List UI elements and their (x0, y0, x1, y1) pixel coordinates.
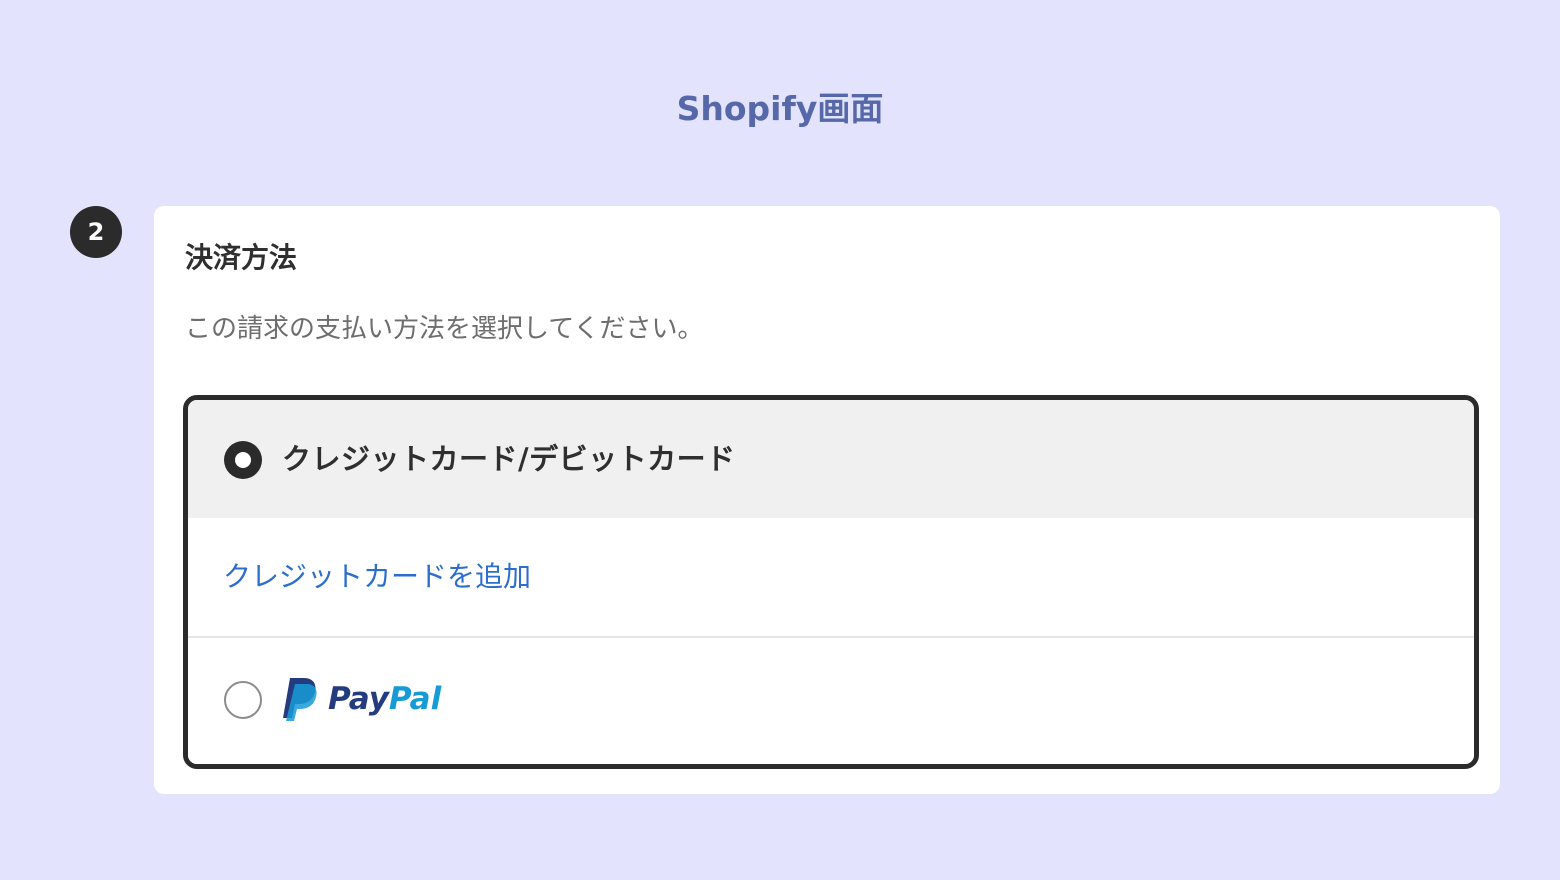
option-paypal[interactable]: PayPal (188, 638, 1474, 764)
add-credit-card-row: クレジットカードを追加 (188, 518, 1474, 638)
paypal-wordmark: PayPal (328, 678, 441, 720)
option-credit-card[interactable]: クレジットカード/デビットカード (188, 400, 1474, 518)
payment-method-heading: 決済方法 (185, 241, 298, 274)
paypal-mark-icon (283, 678, 317, 721)
add-credit-card-link[interactable]: クレジットカードを追加 (223, 557, 531, 597)
page: Shopify画面 2 決済方法 この請求の支払い方法を選択してください。 クレ… (0, 0, 1560, 880)
payment-options-group: クレジットカード/デビットカード クレジットカードを追加 PayPal (183, 395, 1479, 769)
credit-card-option-label: クレジットカード/デビットカード (282, 442, 736, 476)
payment-method-description: この請求の支払い方法を選択してください。 (185, 314, 704, 344)
step-number-badge: 2 (70, 206, 122, 258)
paypal-logo: PayPal (280, 676, 460, 722)
payment-method-card: 決済方法 この請求の支払い方法を選択してください。 クレジットカード/デビットカ… (154, 206, 1500, 794)
paypal-radio[interactable] (224, 681, 262, 719)
page-title: Shopify画面 (676, 89, 884, 128)
credit-card-radio[interactable] (224, 441, 262, 479)
paypal-pal-text: Pal (388, 681, 442, 717)
paypal-pay-text: Pay (328, 681, 389, 717)
